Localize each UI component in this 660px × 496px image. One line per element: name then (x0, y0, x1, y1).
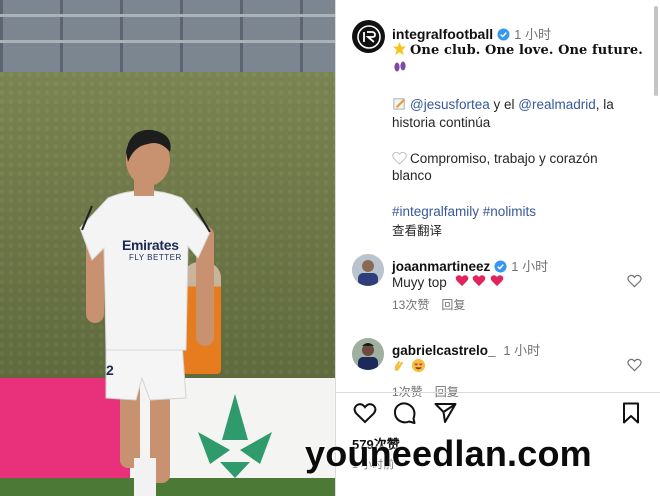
comment-reply-button[interactable]: 回复 (441, 298, 465, 312)
comment-user-line: gabrielcastrelo_ 1 小时 (392, 340, 540, 359)
caption-line-3: historia continúa (392, 115, 491, 130)
post-detail-panel: integralfootball 1 小时 One club. One love.… (335, 0, 660, 496)
actions-divider (336, 392, 660, 393)
shirt-sponsor-text: Emirates (122, 237, 179, 253)
red-heart-emoji-icon (455, 275, 469, 290)
heart-outline-icon[interactable] (627, 274, 642, 293)
caption-line-tail: , la (595, 97, 614, 112)
comment-icon[interactable] (392, 400, 418, 426)
site-watermark: youneedlan.com (305, 433, 592, 474)
caption-text-4: Compromiso, trabajo y corazón (410, 151, 598, 166)
caption-motto: One club. One love. One future. (410, 43, 643, 58)
comment-time: 1 小时 (503, 343, 541, 358)
comment-time: 1 小时 (511, 259, 549, 274)
comment-meta: 13次赞 回复 (392, 296, 465, 313)
post-action-bar (352, 400, 650, 428)
red-heart-emoji-icon (472, 275, 486, 290)
caption-line-4: Compromiso, trabajo y corazón (392, 151, 598, 168)
pencil-emoji-icon (392, 96, 407, 114)
comment-item: gabrielcastrelo_ 1 小时 1次赞 回复 (352, 338, 646, 399)
share-icon[interactable] (432, 400, 458, 426)
caption-motto-line: One club. One love. One future. (392, 41, 643, 61)
author-avatar[interactable] (352, 20, 385, 53)
post-time: 1 小时 (514, 27, 551, 42)
comment-text (392, 358, 426, 376)
commenter-avatar[interactable] (352, 254, 384, 286)
comment-username[interactable]: gabrielcastrelo_ (392, 343, 496, 358)
mention-jesusfortea[interactable]: @jesusfortea (410, 97, 490, 112)
fence-rail (0, 40, 335, 43)
caption-connector: y el (489, 97, 519, 112)
caption-mention-line: @jesusfortea y el @realmadrid, la (392, 96, 614, 114)
commenter-avatar[interactable] (352, 338, 384, 370)
bookmark-icon[interactable] (618, 400, 644, 426)
white-heart-emoji-icon (392, 151, 407, 168)
caption-line-5: blanco (392, 168, 432, 183)
footprints-emoji-icon (392, 58, 408, 79)
heart-eyes-emoji-icon (411, 358, 426, 376)
author-username[interactable]: integralfootball (392, 26, 493, 42)
comment-item: joaanmartineez 1 小时 Muyy top 13次赞 回复 (352, 254, 646, 314)
panel-scrollbar[interactable] (654, 6, 658, 96)
mention-realmadrid[interactable]: @realmadrid (518, 97, 595, 112)
shirt-sponsor-tagline: FLY BETTER (129, 253, 182, 262)
comment-text: Muyy top (392, 274, 504, 290)
clap-emoji-icon (392, 360, 407, 376)
integral-logo-icon (356, 24, 381, 49)
stadium-fence (0, 0, 335, 72)
post-photo[interactable]: Emirates FLY BETTER 2 (0, 0, 335, 496)
comment-body: Muyy top (392, 275, 447, 290)
comment-user-line: joaanmartineez 1 小时 (392, 256, 548, 276)
fence-rail (0, 14, 335, 17)
comment-username[interactable]: joaanmartineez (392, 259, 490, 274)
red-heart-emoji-icon (490, 275, 504, 290)
comment-like-count[interactable]: 13次赞 (392, 298, 429, 312)
see-translation-link[interactable]: 查看翻译 (392, 220, 442, 239)
shorts-number: 2 (106, 362, 114, 378)
like-heart-icon[interactable] (352, 400, 378, 426)
player-figure (79, 129, 214, 496)
heart-outline-icon[interactable] (627, 358, 642, 377)
caption-hashtags[interactable]: #integralfamily #nolimits (392, 204, 536, 219)
